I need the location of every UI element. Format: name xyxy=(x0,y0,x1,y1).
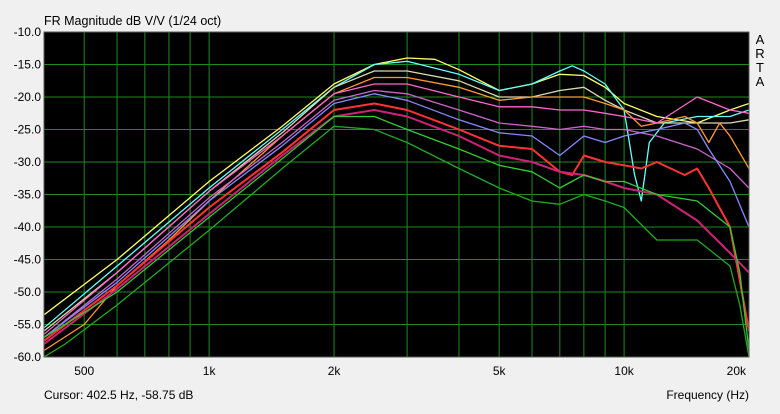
y-tick-label: -50.0 xyxy=(14,285,42,299)
brand-letter: A xyxy=(756,74,765,89)
x-axis-label: Frequency (Hz) xyxy=(666,388,749,402)
brand-letter: T xyxy=(756,60,764,75)
arta-window: FR Magnitude dB V/V (1/24 oct) -10.0 -15.… xyxy=(0,0,780,414)
brand-letter: A xyxy=(756,32,765,47)
x-tick-label: 500 xyxy=(74,364,94,378)
x-tick-label: 2k xyxy=(328,364,342,378)
chart-title: FR Magnitude dB V/V (1/24 oct) xyxy=(44,14,221,28)
y-tick-label: -20.0 xyxy=(14,90,42,104)
x-tick-label: 5k xyxy=(493,364,507,378)
y-tick-label: -30.0 xyxy=(14,155,42,169)
cursor-readout: Cursor: 402.5 Hz, -58.75 dB xyxy=(44,388,193,402)
y-tick-label: -10.0 xyxy=(14,25,42,39)
x-tick-label: 1k xyxy=(203,364,217,378)
y-tick-label: -35.0 xyxy=(14,188,42,202)
y-tick-label: -55.0 xyxy=(14,318,42,332)
y-tick-label: -25.0 xyxy=(14,123,42,137)
frequency-response-chart: FR Magnitude dB V/V (1/24 oct) -10.0 -15.… xyxy=(14,14,765,402)
y-tick-label: -60.0 xyxy=(14,350,42,364)
y-tick-label: -45.0 xyxy=(14,253,42,267)
x-tick-label: 10k xyxy=(614,364,634,378)
brand-letter: R xyxy=(755,46,764,61)
y-tick-label: -15.0 xyxy=(14,58,42,72)
x-tick-label: 20k xyxy=(727,364,747,378)
y-tick-label: -40.0 xyxy=(14,220,42,234)
